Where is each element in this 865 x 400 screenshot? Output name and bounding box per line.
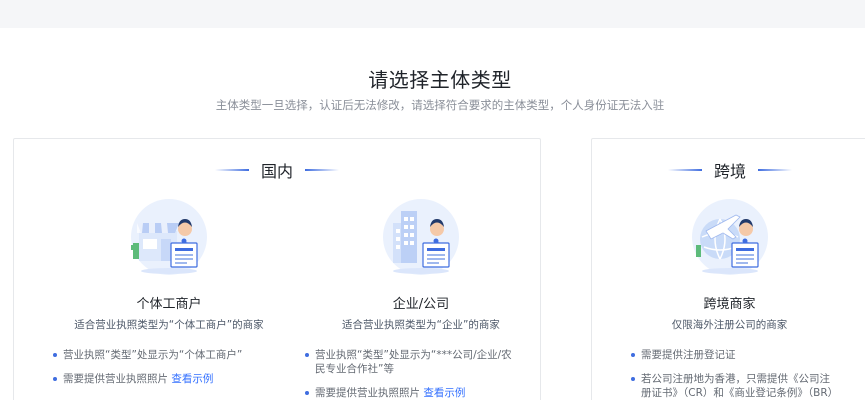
requirement-text: 营业执照“类型”处显示为“***公司/企业/农民专业合作社”等 xyxy=(315,349,512,375)
bullet-dot xyxy=(631,353,635,357)
bullet-dot xyxy=(305,391,309,395)
domestic-section-title: 国内 xyxy=(260,162,293,181)
requirement-item: 需要提供营业执照照片 查看示例 xyxy=(52,372,302,386)
option-requirements-list: 营业执照“类型”处显示为“个体工商户” 需要提供营业执照照片 查看示例 xyxy=(52,348,302,396)
page-subtitle: 主体类型一旦选择，认证后无法修改，请选择符合要求的主体类型，个人身份证无法入驻 xyxy=(215,98,665,112)
option-requirements-list: 营业执照“类型”处显示为“***公司/企业/农民专业合作社”等 需要提供营业执照… xyxy=(304,348,514,400)
page-title: 请选择主体类型 xyxy=(368,68,512,92)
option-description: 适合营业执照类型为“企业”的商家 xyxy=(342,319,500,331)
top-bar-strip xyxy=(0,0,865,28)
bullet-dot xyxy=(53,377,57,381)
header-decoration-line xyxy=(214,169,249,171)
header-decoration-line xyxy=(667,169,702,171)
bullet-dot xyxy=(305,353,309,357)
domestic-section-card: 国内 个体工商户 适合营业执照类型为“个体工商户”的商家 营业执照“类型”处显示… xyxy=(13,138,541,400)
option-description: 仅限海外注册公司的商家 xyxy=(671,319,788,331)
option-title: 跨境商家 xyxy=(703,297,756,312)
bullet-dot xyxy=(53,353,57,357)
option-title: 企业/公司 xyxy=(392,297,450,312)
header-decoration-line xyxy=(305,169,339,171)
cross-border-section-header: 跨境 xyxy=(592,159,865,181)
requirement-item: 营业执照“类型”处显示为“个体工商户” xyxy=(52,348,302,362)
domestic-section-header: 国内 xyxy=(14,159,540,181)
requirement-item: 营业执照“类型”处显示为“***公司/企业/农民专业合作社”等 xyxy=(304,348,514,376)
requirement-item: 需要提供营业执照照片 查看示例 xyxy=(304,386,514,400)
option-requirements-list: 需要提供注册登记证 若公司注册地为香港，只需提供《公司注册证书》（CR）和《商业… xyxy=(630,348,840,400)
requirement-text: 若公司注册地为香港，只需提供《公司注册证书》（CR）和《商业登记条例》（BR） xyxy=(641,373,839,399)
bullet-dot xyxy=(631,377,635,381)
option-title: 个体工商户 xyxy=(136,297,202,312)
requirement-text: 需要提供营业执照照片 xyxy=(315,387,420,399)
shop-illustration-icon xyxy=(131,199,207,275)
globe-plane-illustration-icon xyxy=(691,199,768,275)
header-decoration-line xyxy=(758,169,792,171)
view-example-link[interactable]: 查看示例 xyxy=(423,387,465,399)
requirement-text: 需要提供营业执照照片 xyxy=(63,373,168,385)
requirement-text: 需要提供注册登记证 xyxy=(641,349,736,361)
cross-border-section-title: 跨境 xyxy=(713,162,746,181)
option-description: 适合营业执照类型为“个体工商户”的商家 xyxy=(74,319,264,331)
requirement-item: 若公司注册地为香港，只需提供《公司注册证书》（CR）和《商业登记条例》（BR） xyxy=(630,372,840,400)
requirement-item: 需要提供注册登记证 xyxy=(630,348,840,362)
company-building-illustration-icon xyxy=(383,199,459,275)
cross-border-section-card: 跨境 跨境商家 仅限海外注册公司的商家 需要提供注册登记证 若公司注册地为香港，… xyxy=(591,138,865,400)
requirement-text: 营业执照“类型”处显示为“个体工商户” xyxy=(63,349,243,361)
view-example-link[interactable]: 查看示例 xyxy=(171,373,213,385)
